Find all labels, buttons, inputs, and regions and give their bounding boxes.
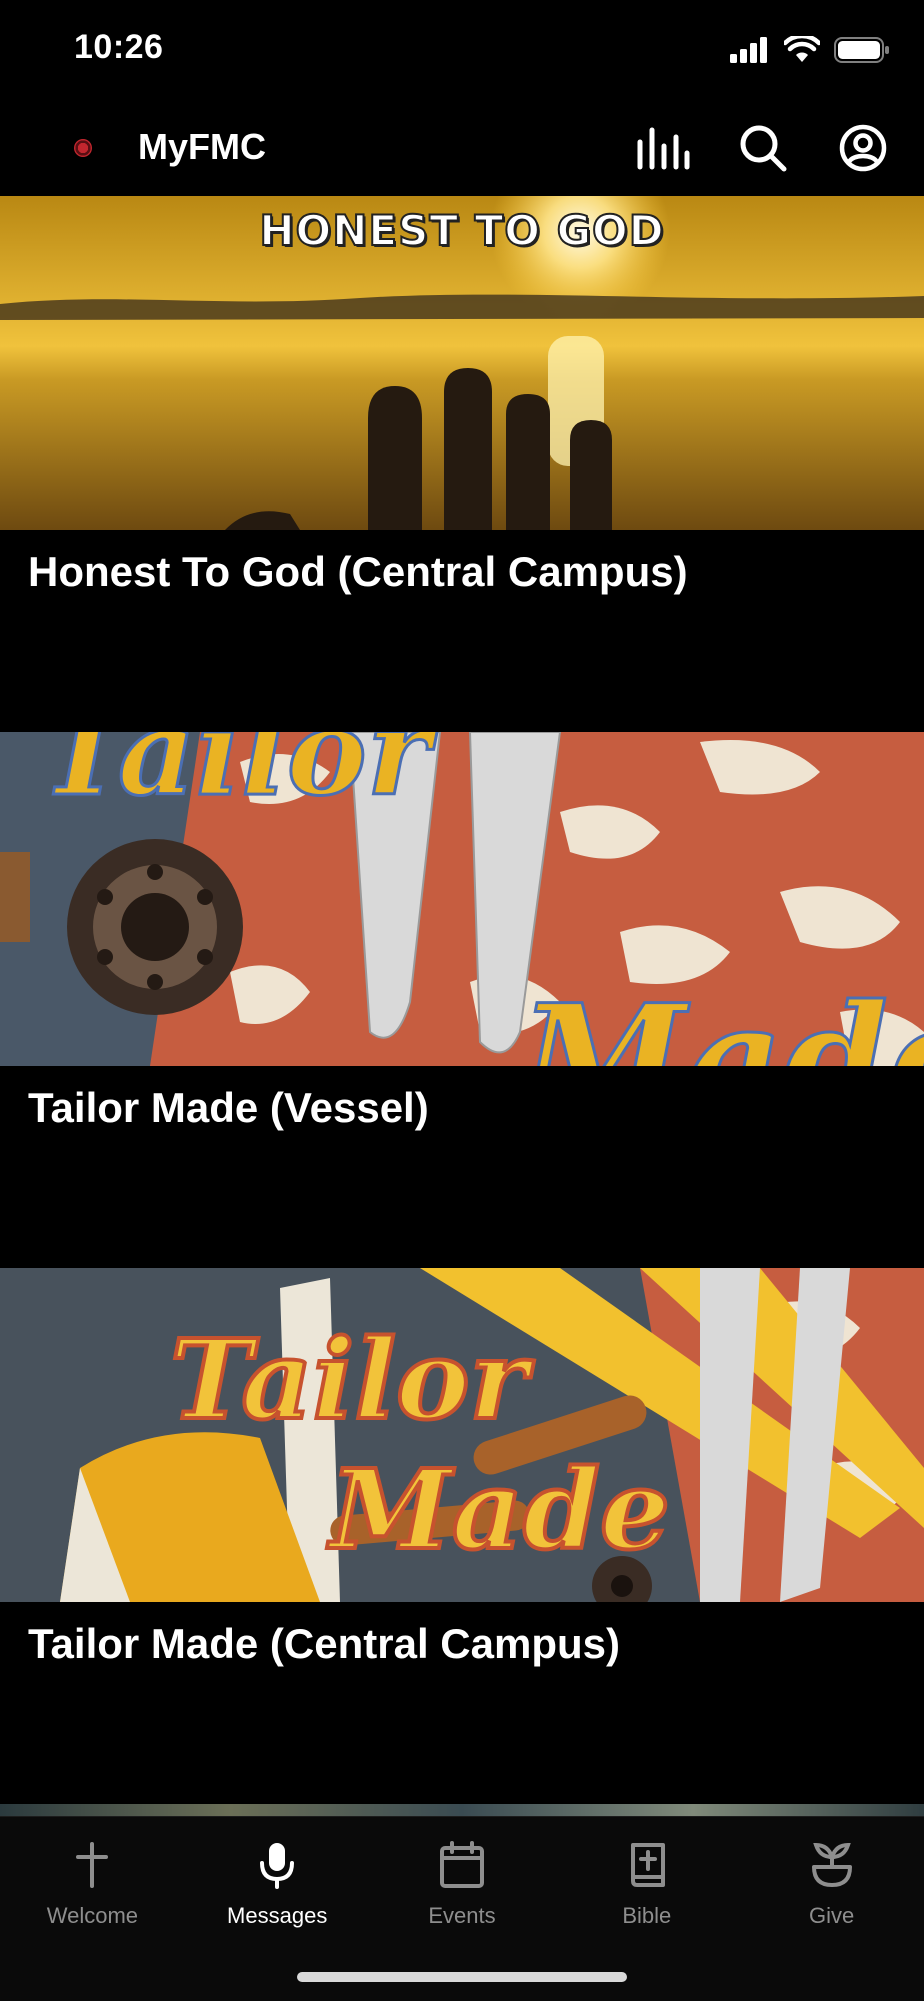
equalizer-icon [637,127,690,170]
message-artwork: Tailor Made [0,1268,924,1602]
svg-text:Made: Made [515,972,924,1066]
audio-player-button[interactable] [632,120,694,176]
app-header: MyFMC [0,100,924,196]
tab-give[interactable]: Give [739,1817,924,2001]
tab-label: Messages [227,1903,328,1928]
tab-label: Bible [622,1903,672,1928]
status-bar: 10:26 [0,0,924,100]
message-title: Honest To God (Central Campus) [28,548,688,595]
message-card[interactable]: Tailor Made Tailor Made (Central Campus) [0,1268,924,1804]
tab-label: Give [808,1903,855,1928]
message-artwork: Tailor Made [0,732,924,1066]
next-message-artwork-peek [0,1804,924,1816]
svg-text:Made: Made [326,1445,670,1574]
microphone-icon [249,1837,305,1893]
search-button[interactable] [732,120,794,176]
status-time: 10:26 [74,28,164,66]
message-title: Tailor Made (Vessel) [28,1084,429,1131]
search-icon [740,125,787,172]
tab-label: Welcome [46,1903,139,1928]
status-icons [730,36,890,64]
tab-label: Events [428,1903,496,1928]
message-card[interactable]: Tailor Made Tailor Made (Vessel) [0,732,924,1268]
cross-icon [64,1837,120,1893]
battery-icon [834,37,889,63]
profile-icon [839,124,887,172]
church-logo-icon [74,139,92,157]
svg-text:Tailor: Tailor [40,732,438,823]
cellular-signal-icon [730,37,767,63]
home-indicator [297,1972,627,1982]
bible-icon [619,1837,675,1893]
calendar-icon [434,1837,490,1893]
plant-icon [804,1837,860,1893]
artwork-title-text: HONEST TO GOD [258,205,665,256]
message-title: Tailor Made (Central Campus) [28,1620,620,1667]
profile-button[interactable] [832,120,894,176]
svg-text:Tailor: Tailor [170,1315,535,1444]
header-actions [632,120,894,176]
tab-welcome[interactable]: Welcome [0,1817,185,2001]
messages-feed: HONEST TO GOD Honest To God (Central Cam… [0,196,924,1804]
app-title: MyFMC [138,126,266,167]
message-card[interactable]: HONEST TO GOD Honest To God (Central Cam… [0,196,924,732]
wifi-icon [784,36,820,62]
message-artwork: HONEST TO GOD [0,196,924,530]
